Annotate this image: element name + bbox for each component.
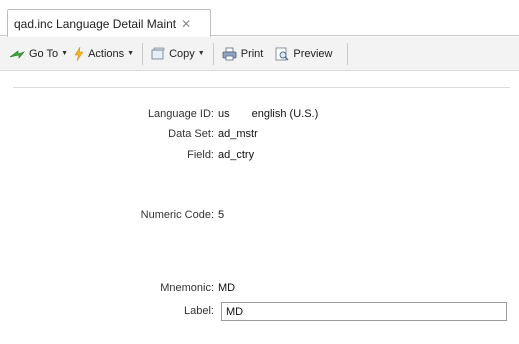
print-button[interactable]: Print: [219, 43, 267, 65]
divider: [13, 87, 510, 88]
chevron-down-icon: ▼: [127, 50, 135, 57]
dataset-row: Data Set: ad_mstr: [0, 125, 258, 143]
field-label: Field:: [187, 149, 214, 161]
mnemonic-row: Mnemonic: MD: [0, 279, 235, 297]
preview-icon: [275, 47, 289, 60]
language-id-value: us: [218, 108, 230, 120]
form-area: Language ID: us english (U.S.) Data Set:…: [0, 71, 519, 344]
toolbar-separator: [347, 42, 349, 65]
toolbar-separator: [142, 42, 144, 65]
actions-button[interactable]: Actions ▼: [71, 43, 137, 65]
goto-button[interactable]: Go To ▼: [6, 43, 71, 65]
chevron-down-icon: ▼: [61, 50, 69, 57]
printer-icon: [222, 47, 237, 60]
label-input[interactable]: [221, 302, 507, 321]
numeric-code-label: Numeric Code:: [140, 209, 214, 221]
toolbar-separator: [212, 42, 214, 65]
tab-strip: qad.inc Language Detail Maint ✕: [0, 0, 519, 37]
goto-arrow-icon: [9, 49, 25, 59]
actions-label: Actions: [88, 47, 125, 60]
close-icon[interactable]: ✕: [181, 17, 191, 31]
preview-label: Preview: [293, 47, 333, 60]
lightning-icon: [74, 46, 84, 61]
toolbar: Go To ▼ Actions ▼ Copy ▼ Print Preview: [0, 37, 519, 71]
preview-button[interactable]: Preview: [272, 43, 335, 65]
numeric-code-row: Numeric Code: 5: [0, 206, 224, 224]
language-name-value: english (U.S.): [251, 108, 319, 120]
label-row: Label:: [0, 302, 218, 320]
mnemonic-value: MD: [218, 282, 236, 294]
print-label: Print: [240, 47, 264, 60]
goto-label: Go To: [29, 47, 59, 60]
numeric-code-value: 5: [218, 209, 225, 221]
dataset-label: Data Set:: [168, 128, 214, 140]
dataset-value: ad_mstr: [218, 128, 258, 140]
tab-language-detail-maint[interactable]: qad.inc Language Detail Maint ✕: [7, 9, 211, 37]
chevron-down-icon: ▼: [197, 50, 205, 57]
language-id-row: Language ID: us english (U.S.): [0, 105, 318, 123]
mnemonic-label: Mnemonic:: [160, 282, 214, 294]
tab-title: qad.inc Language Detail Maint: [14, 16, 177, 31]
copy-label: Copy: [169, 47, 195, 60]
language-id-label: Language ID:: [147, 108, 214, 120]
field-row: Field: ad_ctry: [0, 146, 254, 164]
copy-button[interactable]: Copy ▼: [148, 43, 208, 65]
label-field-label: Label:: [184, 305, 214, 317]
copy-icon: [151, 47, 165, 59]
field-value: ad_ctry: [218, 149, 255, 161]
